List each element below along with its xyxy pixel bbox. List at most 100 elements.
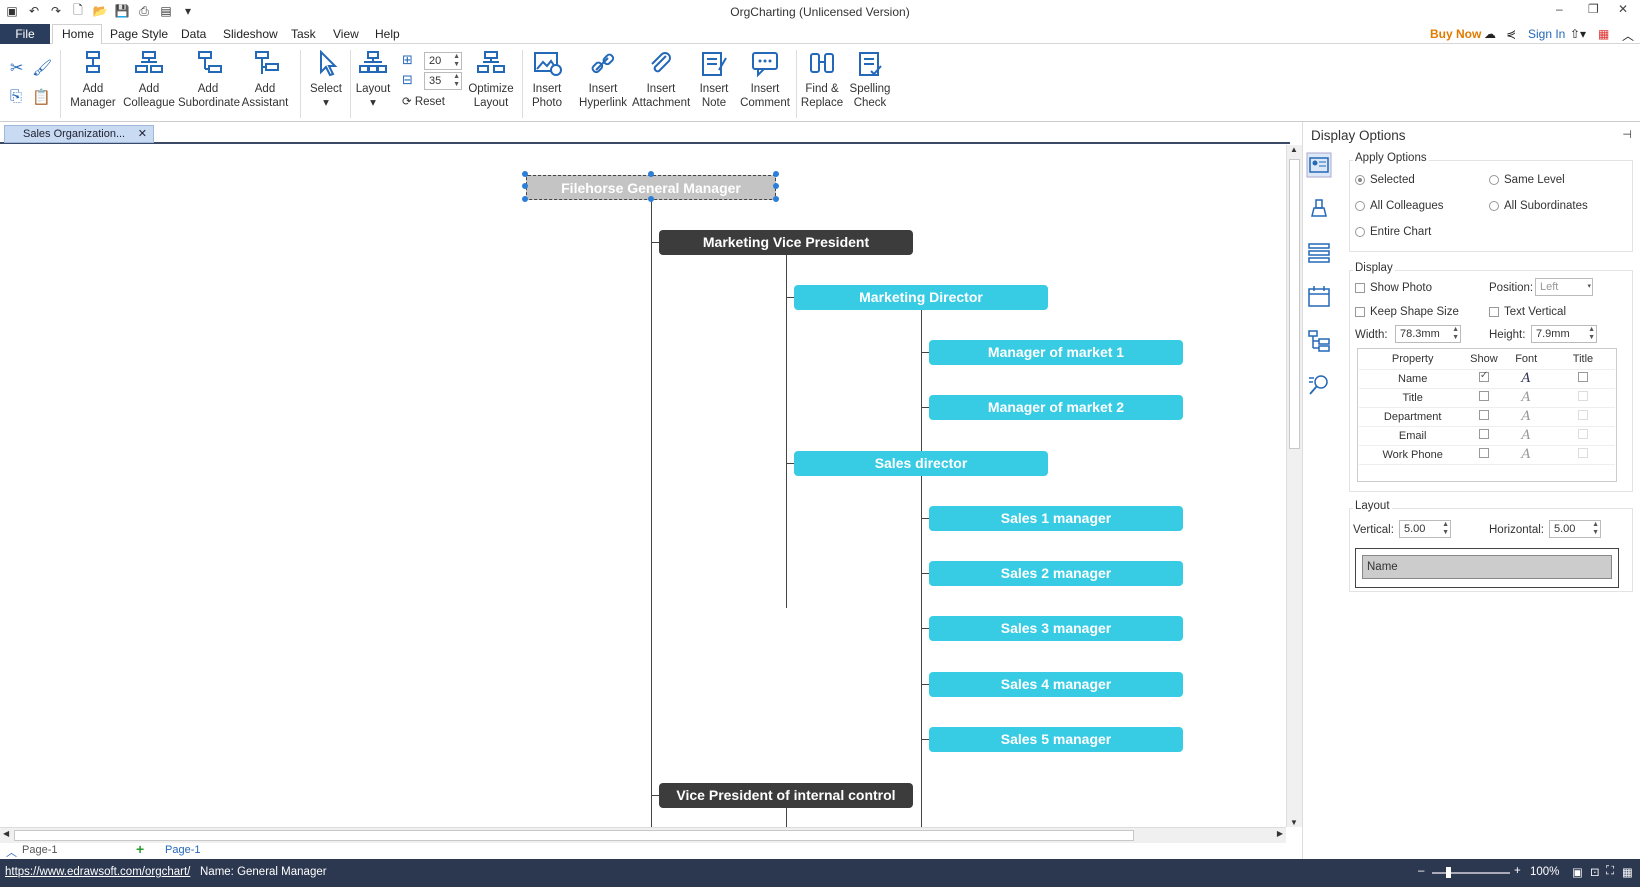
spinner-arrows-icon[interactable]: ▲ ▼: [453, 73, 460, 89]
horizontal-spacing-input[interactable]: 20 ▲ ▼: [424, 52, 462, 70]
title-checkbox[interactable]: [1550, 369, 1615, 389]
document-tab[interactable]: Sales Organization... ✕: [4, 125, 154, 143]
calendar-icon[interactable]: [1306, 284, 1332, 310]
zoom-out-icon[interactable]: –: [1418, 865, 1424, 877]
node-sales-director[interactable]: Sales director: [794, 451, 1048, 476]
show-checkbox[interactable]: [1466, 369, 1502, 389]
new-icon[interactable]: 🗋: [70, 3, 86, 19]
node-sales-3-manager[interactable]: Sales 3 manager: [929, 616, 1183, 641]
selection-handle[interactable]: [648, 196, 654, 202]
show-checkbox[interactable]: [1466, 407, 1502, 427]
full-screen-icon[interactable]: ⛶: [1606, 865, 1614, 878]
font-icon[interactable]: A: [1501, 426, 1551, 446]
tab-slideshow[interactable]: Slideshow: [223, 27, 278, 41]
show-checkbox[interactable]: [1466, 426, 1502, 446]
radio-all-colleagues[interactable]: All Colleagues: [1355, 200, 1444, 212]
radio-selected[interactable]: Selected: [1355, 174, 1415, 186]
redo-icon[interactable]: ↷: [48, 3, 64, 19]
find-replace-button[interactable]: Find & Replace: [800, 50, 844, 110]
tab-view[interactable]: View: [333, 27, 359, 41]
show-checkbox[interactable]: [1466, 445, 1502, 465]
radio-all-subordinates[interactable]: All Subordinates: [1489, 200, 1588, 212]
node-sales-2-manager[interactable]: Sales 2 manager: [929, 561, 1183, 586]
scroll-up-icon[interactable]: ▲: [1290, 145, 1298, 154]
share-icon[interactable]: ⋞: [1506, 27, 1516, 41]
tab-task[interactable]: Task: [291, 27, 316, 41]
cloud-icon[interactable]: ☁: [1484, 27, 1496, 41]
print-icon[interactable]: ⎙: [136, 3, 152, 19]
node-manager-market-1[interactable]: Manager of market 1: [929, 340, 1183, 365]
keep-shape-size-checkbox[interactable]: Keep Shape Size: [1355, 306, 1459, 318]
vertical-scrollbar[interactable]: ▲ ▼: [1286, 145, 1302, 827]
font-icon[interactable]: A: [1501, 407, 1551, 427]
collapse-ribbon-icon[interactable]: ︿: [1622, 27, 1634, 44]
horizontal-scroll-thumb[interactable]: [14, 830, 1134, 841]
buy-now-link[interactable]: Buy Now: [1430, 27, 1481, 41]
font-icon[interactable]: A: [1501, 445, 1551, 465]
add-manager-button[interactable]: Add Manager: [68, 50, 118, 110]
search-icon[interactable]: [1306, 372, 1332, 398]
add-subordinate-button[interactable]: Add Subordinate: [178, 50, 240, 110]
scroll-left-icon[interactable]: ◀: [3, 829, 9, 838]
layout-button[interactable]: Layout ▾: [352, 50, 394, 110]
horizontal-input[interactable]: 5.00 ▲ ▼: [1549, 520, 1601, 538]
width-input[interactable]: 78.3mm ▲ ▼: [1395, 325, 1461, 343]
node-marketing-director[interactable]: Marketing Director: [794, 285, 1048, 310]
spinner-arrows-icon[interactable]: ▲ ▼: [1588, 326, 1595, 342]
insert-note-button[interactable]: Insert Note: [694, 50, 734, 110]
format-painter-icon[interactable]: 🖌: [32, 58, 52, 78]
scroll-right-icon[interactable]: ▶: [1277, 829, 1283, 838]
node-vp-internal-control[interactable]: Vice President of internal control: [659, 783, 913, 808]
add-assistant-button[interactable]: Add Assistant: [240, 50, 290, 110]
pages-menu-icon[interactable]: ︿: [6, 844, 17, 860]
website-link[interactable]: https://www.edrawsoft.com/orgchart/: [5, 866, 190, 878]
file-menu[interactable]: File: [0, 24, 50, 44]
zoom-slider-thumb[interactable]: [1446, 867, 1451, 878]
vertical-scroll-thumb[interactable]: [1289, 159, 1300, 449]
spinner-arrows-icon[interactable]: ▲ ▼: [1452, 326, 1459, 342]
zoom-in-icon[interactable]: +: [1514, 865, 1521, 877]
show-photo-checkbox[interactable]: Show Photo: [1355, 282, 1432, 294]
selection-handle[interactable]: [522, 183, 528, 189]
optimize-layout-button[interactable]: Optimize Layout: [466, 50, 516, 110]
zoom-slider[interactable]: [1432, 872, 1510, 874]
vertical-spacing-input[interactable]: 35 ▲ ▼: [424, 72, 462, 90]
fit-page-icon[interactable]: ▣: [1572, 865, 1583, 879]
pin-icon[interactable]: ⊣: [1622, 128, 1632, 141]
spinner-arrows-icon[interactable]: ▲ ▼: [1442, 521, 1449, 537]
export-icon[interactable]: ▤: [158, 3, 174, 19]
canvas[interactable]: Filehorse General Manager Marketing Vice…: [0, 145, 1286, 886]
cut-icon[interactable]: ✂: [10, 58, 23, 78]
height-input[interactable]: 7.9mm ▲ ▼: [1531, 325, 1597, 343]
close-tab-icon[interactable]: ✕: [138, 126, 147, 142]
shape-style-icon[interactable]: [1306, 196, 1332, 222]
selection-handle[interactable]: [773, 183, 779, 189]
add-colleague-button[interactable]: Add Colleague: [122, 50, 176, 110]
node-sales-4-manager[interactable]: Sales 4 manager: [929, 672, 1183, 697]
font-icon[interactable]: A: [1501, 388, 1551, 408]
minimize-icon[interactable]: –: [1556, 2, 1563, 16]
customize-icon[interactable]: ▾: [180, 3, 196, 19]
selection-handle[interactable]: [522, 171, 528, 177]
theme-icon[interactable]: ⇧▾: [1570, 27, 1586, 41]
node-manager-market-2[interactable]: Manager of market 2: [929, 395, 1183, 420]
sign-in-link[interactable]: Sign In: [1528, 27, 1565, 41]
add-page-icon[interactable]: +: [136, 841, 144, 857]
tab-page-style[interactable]: Page Style: [110, 27, 168, 41]
text-vertical-checkbox[interactable]: Text Vertical: [1489, 306, 1566, 318]
horizontal-scrollbar[interactable]: ◀ ▶: [0, 827, 1286, 843]
display-options-icon[interactable]: [1306, 152, 1332, 178]
show-checkbox[interactable]: [1466, 388, 1502, 408]
reset-button[interactable]: ⟳ Reset: [402, 94, 445, 108]
radio-same-level[interactable]: Same Level: [1489, 174, 1565, 186]
apps-icon[interactable]: ▦: [1598, 27, 1609, 41]
page-tab-active[interactable]: Page-1: [165, 844, 200, 856]
undo-icon[interactable]: ↶: [26, 3, 42, 19]
node-marketing-vp[interactable]: Marketing Vice President: [659, 230, 913, 255]
fit-width-icon[interactable]: ⊡: [1590, 865, 1600, 879]
copy-icon[interactable]: ⎘: [10, 88, 22, 105]
font-icon[interactable]: A: [1501, 369, 1551, 389]
node-sales-5-manager[interactable]: Sales 5 manager: [929, 727, 1183, 752]
grid-icon[interactable]: ▦: [1622, 865, 1633, 879]
insert-comment-button[interactable]: Insert Comment: [738, 50, 792, 110]
